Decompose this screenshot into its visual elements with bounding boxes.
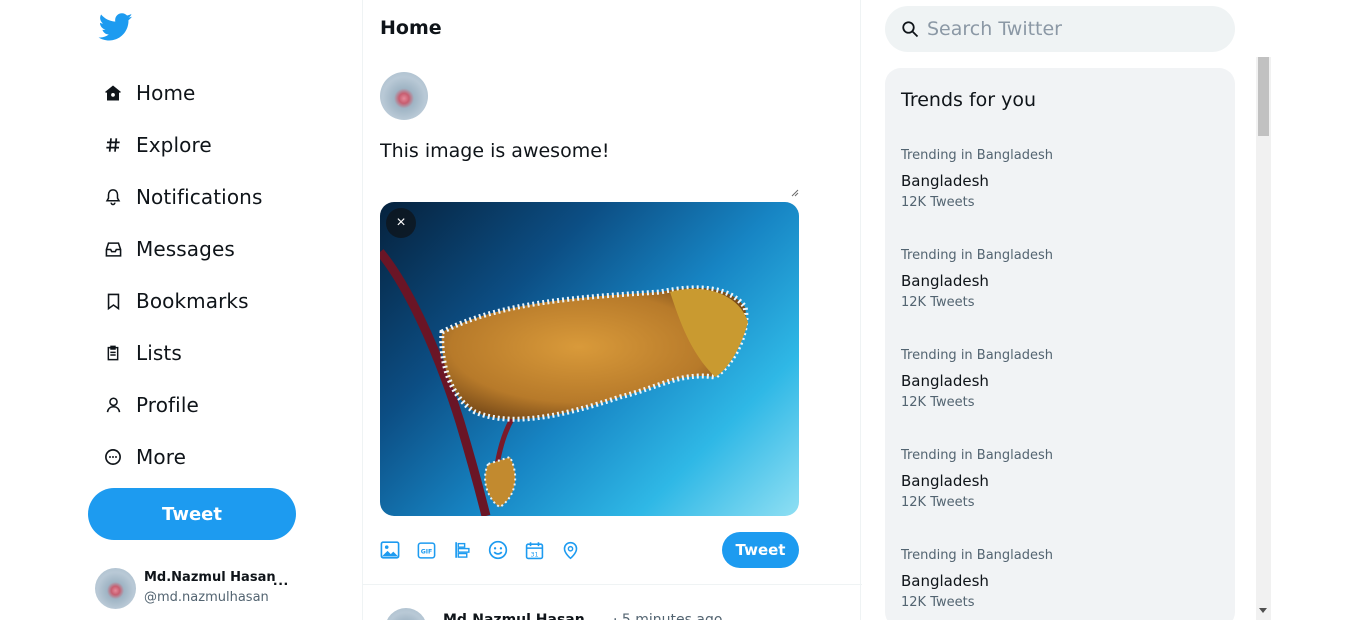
home-icon <box>103 83 123 103</box>
profile-handle: @md.nazmulhasan <box>144 590 269 605</box>
svg-text:GIF: GIF <box>420 548 432 555</box>
sidebar-item-label: Lists <box>136 341 182 365</box>
search-input[interactable] <box>927 16 1217 42</box>
sidebar-item-label: More <box>136 445 186 469</box>
sidebar-item-label: Profile <box>136 393 199 417</box>
attached-image: × <box>380 202 799 516</box>
twitter-logo-icon[interactable] <box>97 10 135 44</box>
account-switcher[interactable]: Md.Nazmul Hasan @md.nazmulhasan ··· <box>95 566 325 610</box>
trend-item[interactable]: Trending in Bangladesh Bangladesh 12K Tw… <box>901 148 1221 228</box>
emoji-icon[interactable] <box>488 540 508 560</box>
remove-image-button[interactable]: × <box>386 208 416 238</box>
schedule-icon[interactable]: 31 <box>524 540 544 560</box>
avatar <box>385 608 427 620</box>
trend-count: 12K Tweets <box>901 195 975 210</box>
trend-name: Bangladesh <box>901 172 989 190</box>
trend-context: Trending in Bangladesh <box>901 248 1054 263</box>
sidebar-item-label: Home <box>136 81 196 105</box>
sidebar-item-label: Messages <box>136 237 235 261</box>
bookmark-icon <box>103 291 123 311</box>
gif-icon[interactable]: GIF <box>416 540 436 560</box>
feed-author-name[interactable]: Md.Nazmul Hasan <box>443 612 585 620</box>
feed-timestamp: · 5 minutes ago <box>613 612 723 620</box>
trend-item[interactable]: Trending in Bangladesh Bangladesh 12K Tw… <box>901 448 1221 528</box>
profile-name: Md.Nazmul Hasan <box>144 570 276 585</box>
sidebar-item-home[interactable]: Home <box>103 75 195 111</box>
trend-context: Trending in Bangladesh <box>901 448 1054 463</box>
tweet-compose-input[interactable] <box>380 140 799 196</box>
main-column: Home × GIF 31 Tweet <box>362 0 862 620</box>
location-icon[interactable] <box>560 540 580 560</box>
svg-text:31: 31 <box>530 551 538 558</box>
trend-name: Bangladesh <box>901 472 989 490</box>
bell-icon <box>103 187 123 207</box>
compose-toolbar: GIF 31 <box>380 538 596 562</box>
person-icon <box>103 395 123 415</box>
trend-name: Bangladesh <box>901 572 989 590</box>
trend-name: Bangladesh <box>901 372 989 390</box>
trend-item[interactable]: Trending in Bangladesh Bangladesh 12K Tw… <box>901 248 1221 328</box>
avatar <box>95 568 136 609</box>
trends-title: Trends for you <box>901 89 1037 111</box>
scroll-down-arrow-icon[interactable] <box>1259 608 1267 613</box>
sidebar-item-profile[interactable]: Profile <box>103 387 199 423</box>
sidebar-tweet-button[interactable]: Tweet <box>88 488 296 540</box>
sidebar-item-explore[interactable]: Explore <box>103 127 212 163</box>
trend-count: 12K Tweets <box>901 495 975 510</box>
scrollbar-thumb[interactable] <box>1258 57 1269 136</box>
avatar <box>380 72 428 120</box>
trend-context: Trending in Bangladesh <box>901 548 1054 563</box>
clipboard-icon <box>103 343 123 363</box>
search-icon <box>901 20 919 38</box>
search-box[interactable] <box>885 6 1235 52</box>
sidebar-item-messages[interactable]: Messages <box>103 231 235 267</box>
trends-panel: Trends for you Trending in Bangladesh Ba… <box>885 68 1235 620</box>
inbox-icon <box>103 239 123 259</box>
trend-item[interactable]: Trending in Bangladesh Bangladesh 12K Tw… <box>901 348 1221 428</box>
trend-count: 12K Tweets <box>901 295 975 310</box>
trend-name: Bangladesh <box>901 272 989 290</box>
image-icon[interactable] <box>380 540 400 560</box>
divider <box>363 584 862 585</box>
poll-icon[interactable] <box>452 540 472 560</box>
trend-item[interactable]: Trending in Bangladesh Bangladesh 12K Tw… <box>901 548 1221 620</box>
hashtag-icon <box>103 135 123 155</box>
sidebar-item-label: Bookmarks <box>136 289 249 313</box>
trend-context: Trending in Bangladesh <box>901 348 1054 363</box>
trend-count: 12K Tweets <box>901 395 975 410</box>
sidebar-item-notifications[interactable]: Notifications <box>103 179 262 215</box>
compose-tweet-button[interactable]: Tweet <box>722 532 799 568</box>
trend-context: Trending in Bangladesh <box>901 148 1054 163</box>
page-title: Home <box>380 17 442 39</box>
sidebar-item-label: Notifications <box>136 185 263 209</box>
sidebar-item-label: Explore <box>136 133 212 157</box>
resize-handle-icon[interactable] <box>789 184 799 197</box>
sidebar-item-more[interactable]: More <box>103 439 186 475</box>
sidebar-item-lists[interactable]: Lists <box>103 335 182 371</box>
trend-count: 12K Tweets <box>901 595 975 610</box>
more-options-icon[interactable]: ··· <box>273 576 289 594</box>
left-sidebar: Home Explore Notifications Messages Book… <box>0 0 363 620</box>
scrollbar[interactable] <box>1256 57 1271 620</box>
sidebar-item-bookmarks[interactable]: Bookmarks <box>103 283 249 319</box>
more-circle-icon <box>103 447 123 467</box>
